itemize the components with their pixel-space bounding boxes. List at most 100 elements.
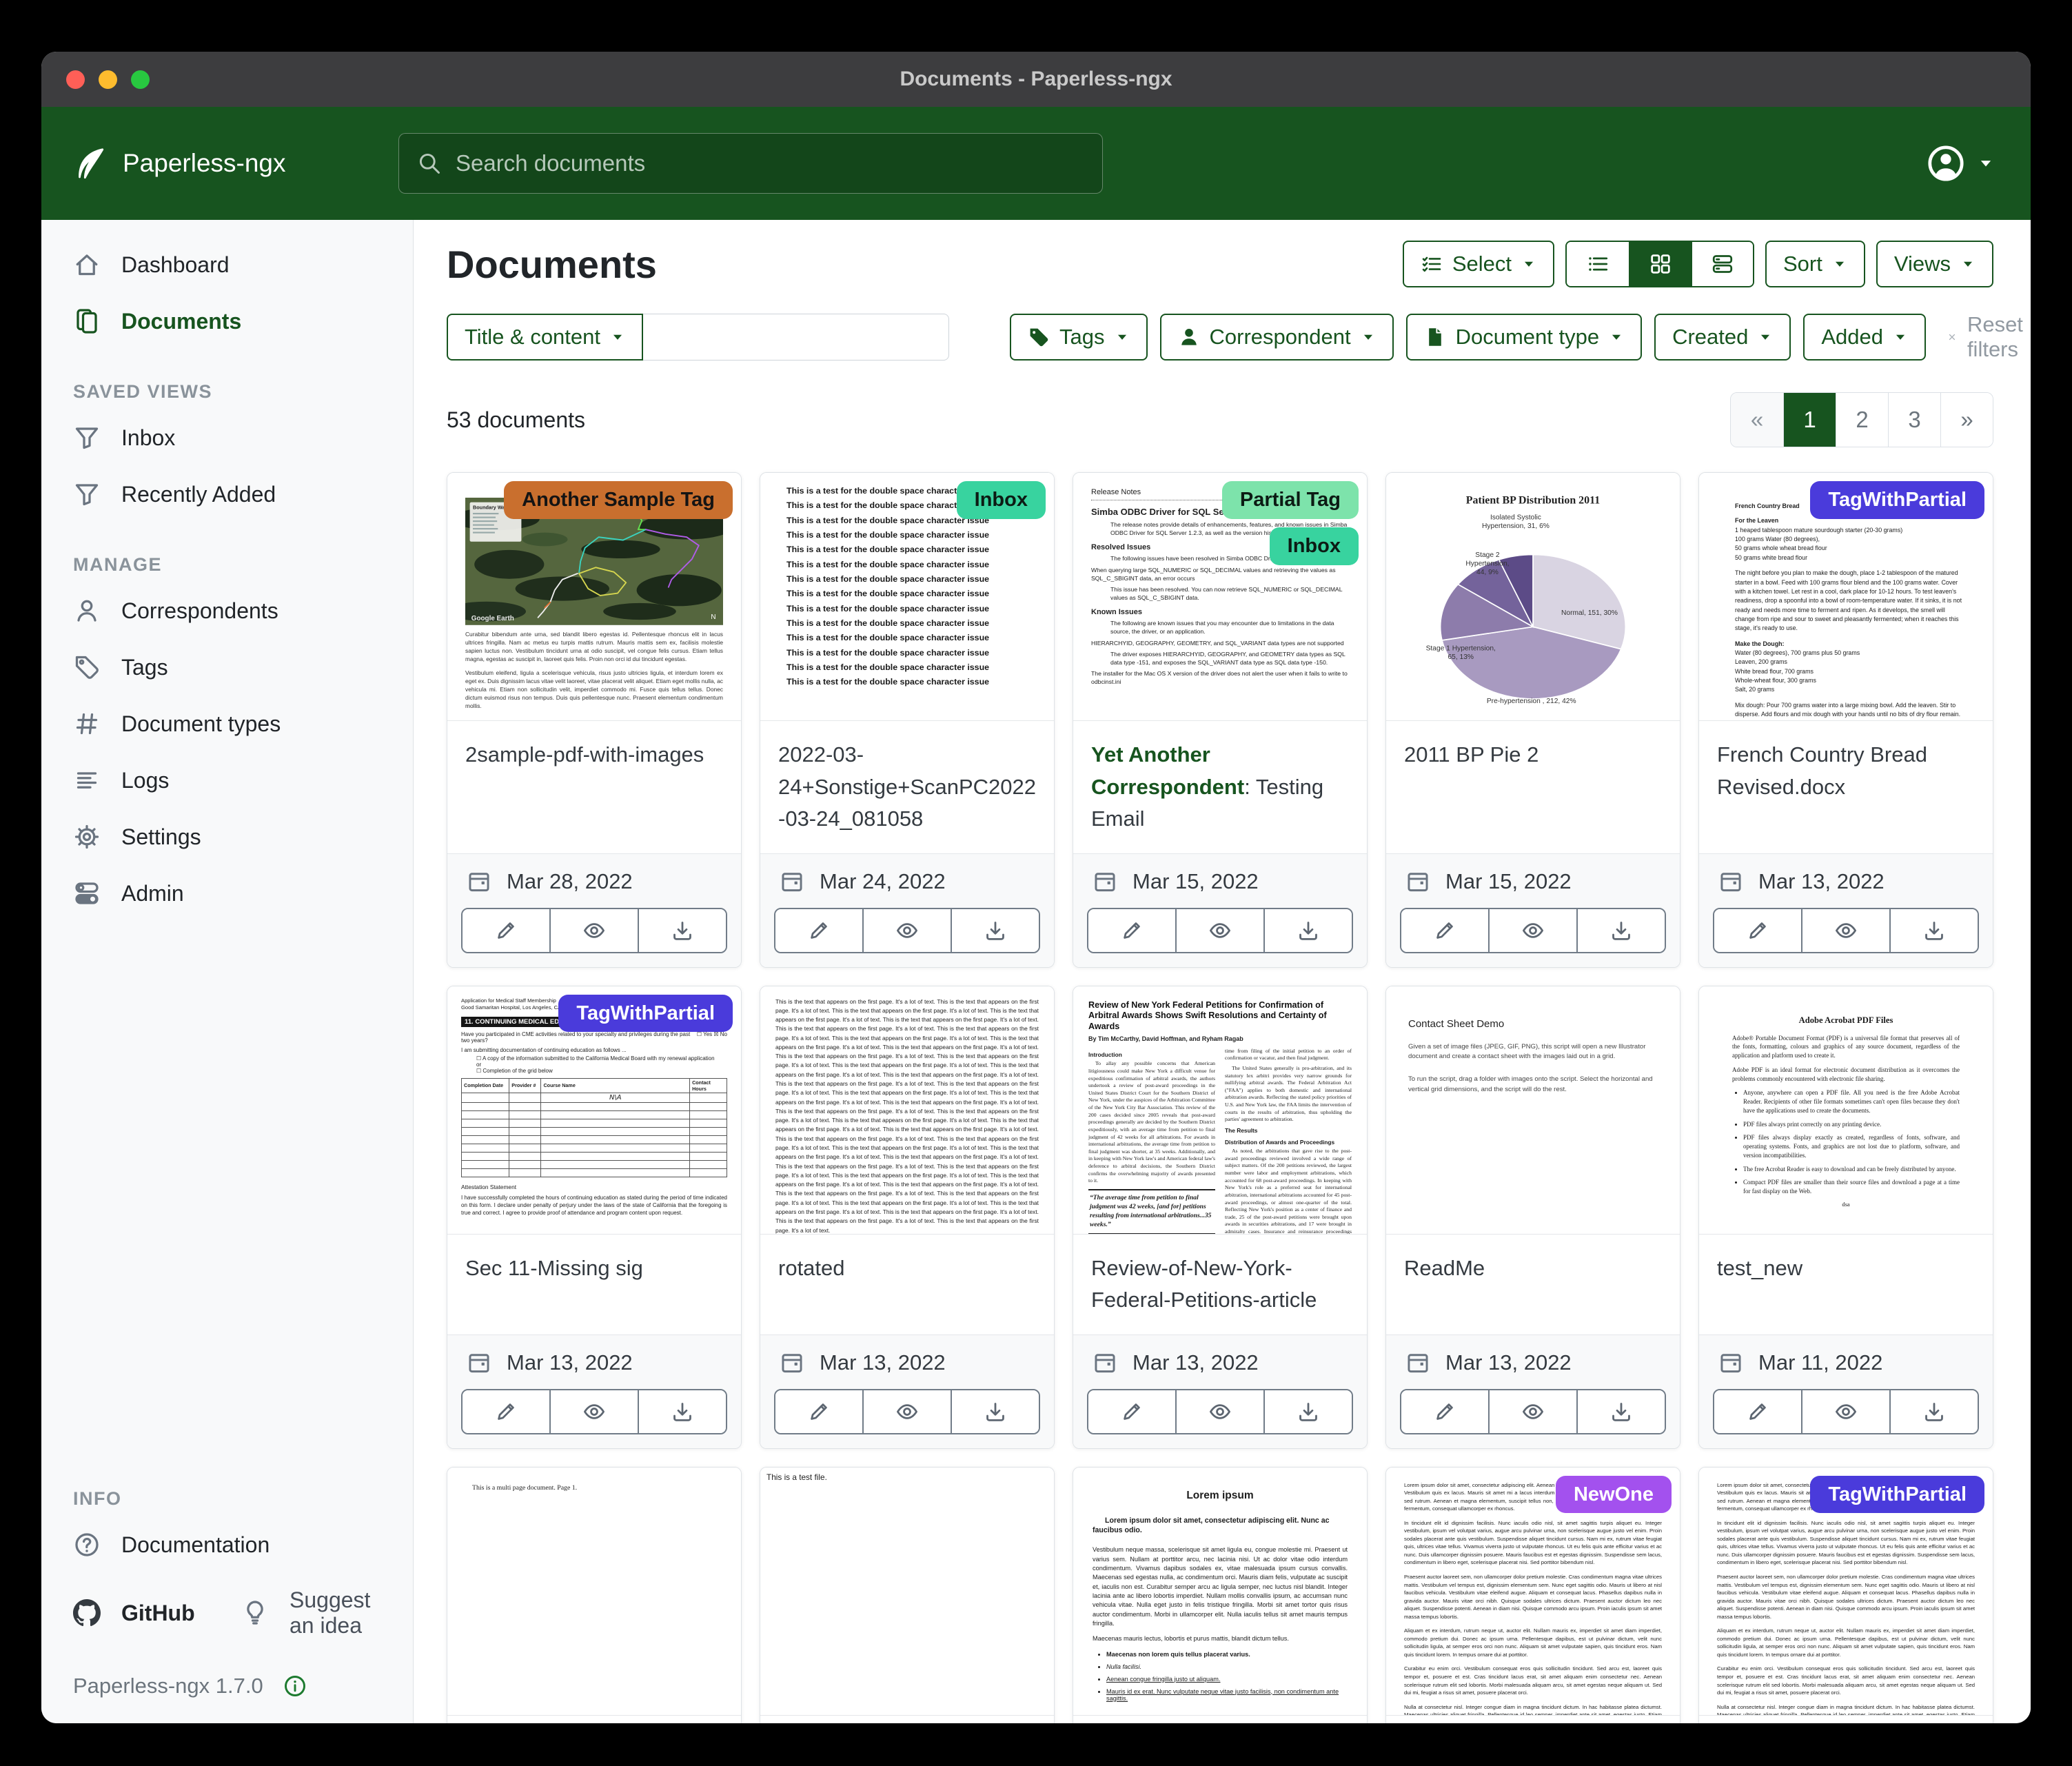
- document-thumbnail[interactable]: This is a test file.: [760, 1468, 1054, 1715]
- sidebar-item-documents[interactable]: Documents: [41, 293, 413, 349]
- view-button[interactable]: [1175, 1390, 1263, 1433]
- close-window-button[interactable]: [66, 70, 85, 89]
- view-button[interactable]: [549, 1390, 638, 1433]
- reset-filters-button[interactable]: Reset filters: [1947, 312, 2031, 362]
- search-input[interactable]: [456, 150, 1084, 176]
- edit-button[interactable]: [1401, 909, 1488, 952]
- download-button[interactable]: [951, 909, 1039, 952]
- views-button[interactable]: Views: [1876, 241, 1993, 287]
- global-search[interactable]: [398, 133, 1103, 194]
- tag-badge[interactable]: Partial Tag: [1222, 481, 1359, 519]
- download-button[interactable]: [1263, 1390, 1352, 1433]
- download-button[interactable]: [1576, 909, 1665, 952]
- view-grid-toggle[interactable]: [1629, 242, 1691, 286]
- chevron-down-icon[interactable]: [1977, 154, 1995, 172]
- edit-button[interactable]: [463, 909, 549, 952]
- sidebar-item-document-types[interactable]: Document types: [41, 696, 413, 752]
- sidebar-item-admin[interactable]: Admin: [41, 865, 413, 922]
- document-card[interactable]: This is a multi page document. Page 1.mu…: [447, 1467, 742, 1724]
- download-button[interactable]: [638, 909, 726, 952]
- created-filter-button[interactable]: Created: [1654, 314, 1791, 361]
- document-thumbnail[interactable]: This is a multi page document. Page 1.: [447, 1468, 741, 1715]
- document-thumbnail[interactable]: Lorem ipsumLorem ipsum dolor sit amet, c…: [1073, 1468, 1367, 1715]
- tag-badge[interactable]: Inbox: [957, 481, 1046, 519]
- download-button[interactable]: [1263, 909, 1352, 952]
- view-list-toggle[interactable]: [1567, 242, 1629, 286]
- view-button[interactable]: [1801, 909, 1889, 952]
- view-button[interactable]: [1488, 1390, 1576, 1433]
- document-card[interactable]: Patient BP Distribution 2011 Normal, 151…: [1385, 472, 1680, 968]
- sidebar-item-suggest-idea[interactable]: Suggest an idea: [227, 1573, 413, 1653]
- search-field-selector[interactable]: Title & content: [447, 314, 643, 361]
- edit-button[interactable]: [463, 1390, 549, 1433]
- document-thumbnail-frame[interactable]: Review of New York Federal Petitions for…: [1073, 986, 1367, 1235]
- correspondent-filter-button[interactable]: Correspondent: [1160, 314, 1394, 361]
- document-card[interactable]: This is the text that appears on the fir…: [760, 986, 1055, 1449]
- added-filter-button[interactable]: Added: [1803, 314, 1926, 361]
- document-card[interactable]: This is a test file.simple txt file: [760, 1467, 1055, 1724]
- info-circle-icon[interactable]: [283, 1674, 307, 1698]
- document-thumbnail[interactable]: Adobe Acrobat PDF FilesAdobe® Portable D…: [1699, 986, 1993, 1234]
- download-button[interactable]: [1889, 909, 1978, 952]
- document-thumbnail-frame[interactable]: This is a multi page document. Page 1.: [447, 1468, 741, 1716]
- edit-button[interactable]: [1088, 909, 1175, 952]
- document-thumbnail-frame[interactable]: Adobe Acrobat PDF FilesAdobe® Portable D…: [1699, 986, 1993, 1235]
- sidebar-item-dashboard[interactable]: Dashboard: [41, 236, 413, 293]
- document-card[interactable]: Release NotesSimba ODBC Driver for SQL S…: [1073, 472, 1368, 968]
- document-thumbnail-frame[interactable]: This is the text that appears on the fir…: [760, 986, 1054, 1235]
- sidebar-item-inbox[interactable]: Inbox: [41, 409, 413, 466]
- download-button[interactable]: [1576, 1390, 1665, 1433]
- document-thumbnail-frame[interactable]: Lorem ipsum dolor sit amet, consectetur …: [1386, 1468, 1680, 1716]
- document-thumbnail-frame[interactable]: This is a test file.: [760, 1468, 1054, 1716]
- page-1[interactable]: 1: [1783, 393, 1836, 447]
- document-thumbnail-frame[interactable]: French Country BreadFor the Leaven1 heap…: [1699, 473, 1993, 721]
- sidebar-item-tags[interactable]: Tags: [41, 639, 413, 696]
- document-thumbnail-frame[interactable]: Boundary Waters Trip Google Earth NCurab…: [447, 473, 741, 721]
- edit-button[interactable]: [775, 909, 862, 952]
- tag-badge[interactable]: TagWithPartial: [1810, 1476, 1984, 1514]
- document-thumbnail-frame[interactable]: This is a test for the double space char…: [760, 473, 1054, 721]
- view-button[interactable]: [1801, 1390, 1889, 1433]
- sidebar-item-github[interactable]: GitHub: [41, 1585, 227, 1641]
- sidebar-item-correspondents[interactable]: Correspondents: [41, 582, 413, 639]
- edit-button[interactable]: [1714, 1390, 1801, 1433]
- document-thumbnail-frame[interactable]: Contact Sheet DemoGiven a set of image f…: [1386, 986, 1680, 1235]
- download-button[interactable]: [951, 1390, 1039, 1433]
- tag-badge[interactable]: NewOne: [1556, 1476, 1672, 1514]
- sidebar-item-logs[interactable]: Logs: [41, 752, 413, 809]
- document-thumbnail[interactable]: Review of New York Federal Petitions for…: [1073, 986, 1367, 1234]
- view-button[interactable]: [1488, 909, 1576, 952]
- sidebar-item-settings[interactable]: Settings: [41, 809, 413, 865]
- edit-button[interactable]: [1714, 909, 1801, 952]
- view-button[interactable]: [862, 909, 951, 952]
- filter-query-input[interactable]: [643, 314, 949, 361]
- select-button[interactable]: Select: [1403, 241, 1554, 287]
- document-card[interactable]: This is a test for the double space char…: [760, 472, 1055, 968]
- page-2[interactable]: 2: [1836, 393, 1888, 447]
- document-thumbnail[interactable]: This is the text that appears on the fir…: [760, 986, 1054, 1234]
- document-thumbnail-frame[interactable]: Lorem ipsumLorem ipsum dolor sit amet, c…: [1073, 1468, 1367, 1716]
- edit-button[interactable]: [775, 1390, 862, 1433]
- document-card[interactable]: Application for Medical Staff Membership…: [447, 986, 742, 1449]
- document-thumbnail-frame[interactable]: Application for Medical Staff Membership…: [447, 986, 741, 1235]
- edit-button[interactable]: [1088, 1390, 1175, 1433]
- user-avatar[interactable]: [1926, 143, 1966, 183]
- tag-badge[interactable]: TagWithPartial: [1810, 481, 1984, 519]
- view-button[interactable]: [862, 1390, 951, 1433]
- document-card[interactable]: Contact Sheet DemoGiven a set of image f…: [1385, 986, 1680, 1449]
- document-type-filter-button[interactable]: Document type: [1406, 314, 1643, 361]
- document-thumbnail[interactable]: Contact Sheet DemoGiven a set of image f…: [1386, 986, 1680, 1234]
- document-thumbnail[interactable]: Patient BP Distribution 2011 Normal, 151…: [1386, 473, 1680, 720]
- minimize-window-button[interactable]: [99, 70, 117, 89]
- document-card[interactable]: Lorem ipsum dolor sit amet, consectetur …: [1698, 1467, 1993, 1724]
- sidebar-item-recently-added[interactable]: Recently Added: [41, 466, 413, 522]
- tags-filter-button[interactable]: Tags: [1010, 314, 1147, 361]
- page-prev[interactable]: «: [1731, 393, 1783, 447]
- page-next[interactable]: »: [1940, 393, 1993, 447]
- document-card[interactable]: French Country BreadFor the Leaven1 heap…: [1698, 472, 1993, 968]
- view-detail-toggle[interactable]: [1691, 242, 1753, 286]
- view-button[interactable]: [549, 909, 638, 952]
- document-card[interactable]: Review of New York Federal Petitions for…: [1073, 986, 1368, 1449]
- edit-button[interactable]: [1401, 1390, 1488, 1433]
- document-card[interactable]: Boundary Waters Trip Google Earth NCurab…: [447, 472, 742, 968]
